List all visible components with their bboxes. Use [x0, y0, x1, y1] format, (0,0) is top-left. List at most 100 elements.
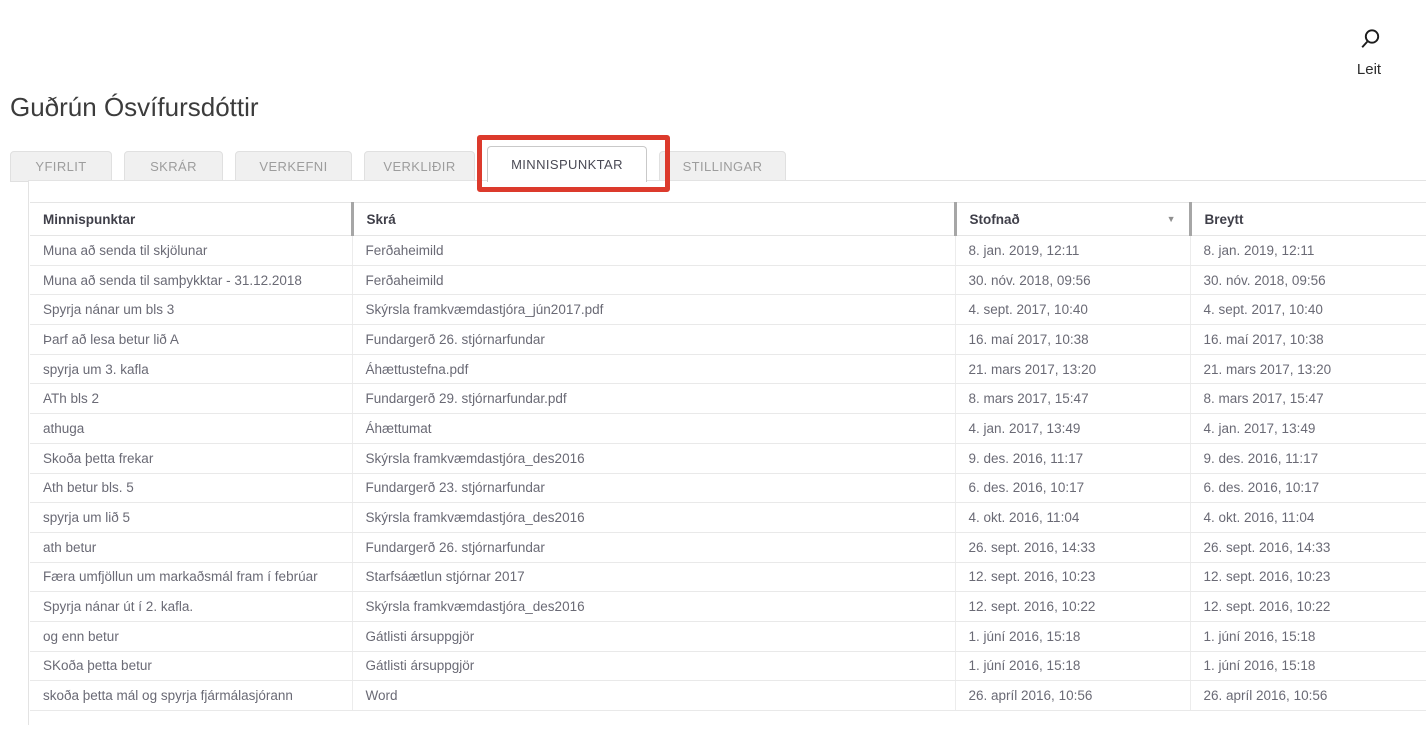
table-row[interactable]: ATh bls 2Fundargerð 29. stjórnarfundar.p… [30, 384, 1426, 414]
table-cell: Word [352, 681, 955, 711]
table-cell: 6. des. 2016, 10:17 [955, 473, 1190, 503]
table-cell: 6. des. 2016, 10:17 [1190, 473, 1426, 503]
table-cell: Áhættumat [352, 414, 955, 444]
table-cell: spyrja um 3. kafla [30, 354, 352, 384]
table-cell: SKoða þetta betur [30, 651, 352, 681]
table-cell: 30. nóv. 2018, 09:56 [1190, 265, 1426, 295]
tab-minnispunktar[interactable]: MINNISPUNKTAR [487, 146, 647, 182]
tab-label: YFIRLIT [35, 159, 86, 174]
page-title: Guðrún Ósvífursdóttir [10, 92, 259, 123]
table-cell: 12. sept. 2016, 10:23 [1190, 562, 1426, 592]
tab-verkefni[interactable]: VERKEFNI [235, 151, 352, 182]
table-cell: Spyrja nánar um bls 3 [30, 295, 352, 325]
column-header-minnispunktar[interactable]: Minnispunktar [30, 203, 352, 236]
search-icon [1340, 26, 1398, 53]
table-cell: Fundargerð 26. stjórnarfundar [352, 325, 955, 355]
table-row[interactable]: Skoða þetta frekarSkýrsla framkvæmdastjó… [30, 443, 1426, 473]
table-cell: Skýrsla framkvæmdastjóra_des2016 [352, 443, 955, 473]
table-cell: Þarf að lesa betur lið A [30, 325, 352, 355]
tab-label: VERKLIÐIR [383, 159, 455, 174]
table-cell: Gátlisti ársuppgjör [352, 621, 955, 651]
table-cell: spyrja um lið 5 [30, 503, 352, 533]
column-header-label: Breytt [1205, 212, 1244, 227]
tab-strip: YFIRLIT SKRÁR VERKEFNI VERKLIÐIR MINNISPUNKT… [10, 146, 786, 182]
table-row[interactable]: spyrja um 3. kaflaÁhættustefna.pdf21. ma… [30, 354, 1426, 384]
table-cell: athuga [30, 414, 352, 444]
table-row[interactable]: Þarf að lesa betur lið AFundargerð 26. s… [30, 325, 1426, 355]
tab-label: SKRÁR [150, 159, 197, 174]
tab-label: STILLINGAR [683, 159, 763, 174]
table-cell: Spyrja nánar út í 2. kafla. [30, 592, 352, 622]
table-row[interactable]: Muna að senda til skjölunarFerðaheimild8… [30, 236, 1426, 266]
table-cell: 8. jan. 2019, 12:11 [1190, 236, 1426, 266]
table-cell: 26. sept. 2016, 14:33 [1190, 532, 1426, 562]
table-row[interactable]: og enn beturGátlisti ársuppgjör1. júní 2… [30, 621, 1426, 651]
table-cell: 1. júní 2016, 15:18 [955, 621, 1190, 651]
table-cell: 12. sept. 2016, 10:23 [955, 562, 1190, 592]
table-cell: Skoða þetta frekar [30, 443, 352, 473]
table-cell: 30. nóv. 2018, 09:56 [955, 265, 1190, 295]
table-cell: Muna að senda til skjölunar [30, 236, 352, 266]
table-row[interactable]: Spyrja nánar um bls 3Skýrsla framkvæmdas… [30, 295, 1426, 325]
table-row[interactable]: ath beturFundargerð 26. stjórnarfundar26… [30, 532, 1426, 562]
table-row[interactable]: Muna að senda til samþykktar - 31.12.201… [30, 265, 1426, 295]
column-header-stofnað[interactable]: Stofnað ▼ [955, 203, 1190, 236]
column-header-breytt[interactable]: Breytt [1190, 203, 1426, 236]
table-cell: Fundargerð 26. stjórnarfundar [352, 532, 955, 562]
table-cell: 1. júní 2016, 15:18 [1190, 621, 1426, 651]
table-cell: 1. júní 2016, 15:18 [955, 651, 1190, 681]
table-cell: ath betur [30, 532, 352, 562]
table-cell: Ferðaheimild [352, 236, 955, 266]
table-cell: 8. mars 2017, 15:47 [1190, 384, 1426, 414]
page: Leit Guðrún Ósvífursdóttir YFIRLIT SKRÁR V… [0, 0, 1426, 749]
column-header-skrá[interactable]: Skrá [352, 203, 955, 236]
table-cell: 21. mars 2017, 13:20 [955, 354, 1190, 384]
table-cell: 26. apríl 2016, 10:56 [1190, 681, 1426, 711]
tab-label: VERKEFNI [259, 159, 327, 174]
tab-yfirlit[interactable]: YFIRLIT [10, 151, 112, 182]
tab-skrár[interactable]: SKRÁR [124, 151, 223, 182]
table-cell: Fundargerð 29. stjórnarfundar.pdf [352, 384, 955, 414]
table-cell: 26. apríl 2016, 10:56 [955, 681, 1190, 711]
column-header-label: Minnispunktar [43, 212, 135, 227]
table-row[interactable]: Færa umfjöllun um markaðsmál fram í febr… [30, 562, 1426, 592]
table-row[interactable]: athugaÁhættumat4. jan. 2017, 13:494. jan… [30, 414, 1426, 444]
table-cell: 4. okt. 2016, 11:04 [955, 503, 1190, 533]
tab-stillingar[interactable]: STILLINGAR [659, 151, 786, 182]
table-row[interactable]: Spyrja nánar út í 2. kafla.Skýrsla framk… [30, 592, 1426, 622]
tab-verkliðir[interactable]: VERKLIÐIR [364, 151, 475, 182]
table-cell: 4. jan. 2017, 13:49 [955, 414, 1190, 444]
table-header-row: Minnispunktar Skrá Stofnað ▼ Breytt [30, 203, 1426, 236]
sort-descending-icon[interactable]: ▼ [1167, 214, 1178, 224]
table-row[interactable]: spyrja um lið 5Skýrsla framkvæmdastjóra_… [30, 503, 1426, 533]
table-row[interactable]: skoða þetta mál og spyrja fjármálasjóran… [30, 681, 1426, 711]
table-cell: 12. sept. 2016, 10:22 [1190, 592, 1426, 622]
table-row[interactable]: SKoða þetta beturGátlisti ársuppgjör1. j… [30, 651, 1426, 681]
table-cell: 21. mars 2017, 13:20 [1190, 354, 1426, 384]
table-cell: ATh bls 2 [30, 384, 352, 414]
table-cell: 4. sept. 2017, 10:40 [1190, 295, 1426, 325]
table-cell: Færa umfjöllun um markaðsmál fram í febr… [30, 562, 352, 592]
table-cell: 9. des. 2016, 11:17 [955, 443, 1190, 473]
column-header-label: Skrá [367, 212, 396, 227]
table-cell: 1. júní 2016, 15:18 [1190, 651, 1426, 681]
tab-label: MINNISPUNKTAR [511, 157, 623, 172]
table-cell: Skýrsla framkvæmdastjóra_des2016 [352, 503, 955, 533]
table-cell: Muna að senda til samþykktar - 31.12.201… [30, 265, 352, 295]
table-cell: 4. sept. 2017, 10:40 [955, 295, 1190, 325]
table-row[interactable]: Ath betur bls. 5Fundargerð 23. stjórnarf… [30, 473, 1426, 503]
table-cell: Áhættustefna.pdf [352, 354, 955, 384]
table-cell: skoða þetta mál og spyrja fjármálasjóran… [30, 681, 352, 711]
content-panel: Minnispunktar Skrá Stofnað ▼ Breytt Muna að … [28, 180, 1426, 725]
table-cell: 26. sept. 2016, 14:33 [955, 532, 1190, 562]
search-button[interactable]: Leit [1340, 26, 1398, 78]
table-cell: og enn betur [30, 621, 352, 651]
column-header-label: Stofnað [970, 212, 1020, 227]
table-cell: 4. jan. 2017, 13:49 [1190, 414, 1426, 444]
table-cell: 9. des. 2016, 11:17 [1190, 443, 1426, 473]
table-cell: Fundargerð 23. stjórnarfundar [352, 473, 955, 503]
table-cell: 16. maí 2017, 10:38 [1190, 325, 1426, 355]
table-cell: 8. jan. 2019, 12:11 [955, 236, 1190, 266]
notes-table: Minnispunktar Skrá Stofnað ▼ Breytt Muna að … [30, 202, 1426, 711]
table-cell: Starfsáætlun stjórnar 2017 [352, 562, 955, 592]
